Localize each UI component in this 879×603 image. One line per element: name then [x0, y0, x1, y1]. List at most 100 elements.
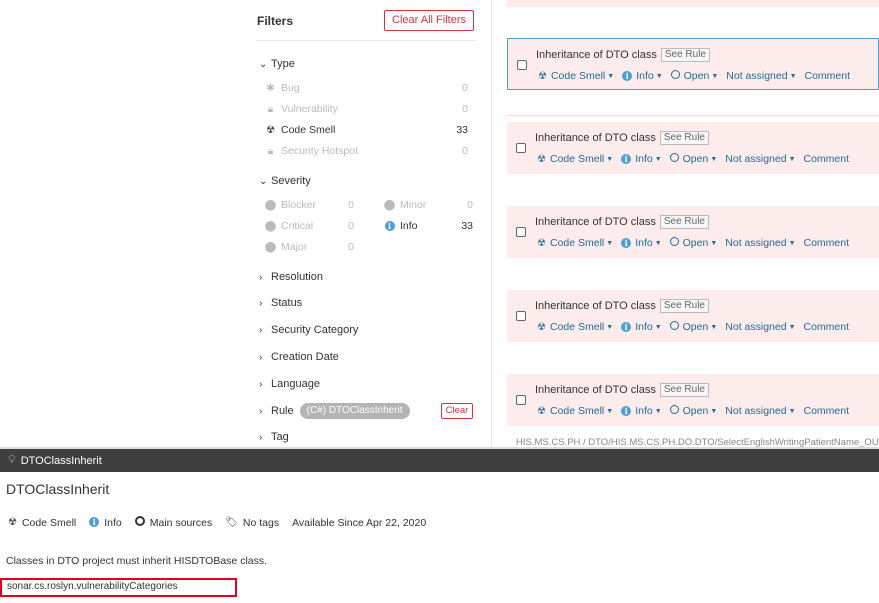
issue-status-label: Open	[682, 321, 709, 333]
issue-severity-dropdown[interactable]: i Info ▼	[621, 321, 662, 333]
issue-card[interactable]: Inheritance of DTO class See Rule ☢ Code …	[507, 206, 879, 258]
see-rule-button[interactable]: See Rule	[659, 131, 709, 145]
chevron-down-icon: ⌄	[259, 175, 268, 187]
column-divider	[491, 0, 492, 447]
facet-severity-info[interactable]: i Info 33	[383, 218, 473, 234]
issue-comment-link[interactable]: Comment	[804, 405, 850, 417]
issue-type-dropdown[interactable]: ☢ Code Smell ▼	[537, 153, 613, 165]
issue-title[interactable]: Inheritance of DTO class	[535, 300, 656, 312]
facet-type-security-hotspot[interactable]: 🔒︎ Security Hotspot 0	[264, 143, 468, 159]
radiation-icon: ☢	[537, 153, 546, 165]
issue-type-dropdown[interactable]: ☢ Code Smell ▼	[537, 405, 613, 417]
caret-down-icon: ▼	[710, 239, 718, 247]
facet-item-label: Vulnerability	[281, 103, 338, 115]
facet-status[interactable]: › Status	[259, 297, 302, 309]
issue-type-dropdown[interactable]: ☢ Code Smell ▼	[537, 321, 613, 333]
facet-type-code-smell[interactable]: ☢ Code Smell 33	[264, 122, 468, 138]
issue-comment-link[interactable]: Comment	[804, 321, 850, 333]
issue-card[interactable]: Inheritance of DTO class See Rule ☢ Code …	[507, 38, 879, 90]
issue-status-dropdown[interactable]: Open ▼	[669, 153, 718, 165]
issue-status-dropdown[interactable]: Open ▼	[670, 70, 718, 82]
issue-meta: ☢ Code Smell ▼ i Info ▼ Open ▼ Not assigned ▼ …	[537, 153, 857, 165]
issue-title[interactable]: Inheritance of DTO class	[535, 216, 656, 228]
facet-severity-header[interactable]: ⌄ Severity	[259, 175, 311, 187]
issue-type-dropdown[interactable]: ☢ Code Smell ▼	[537, 237, 613, 249]
caret-down-icon: ▼	[710, 155, 718, 163]
issue-comment-link[interactable]: Comment	[804, 237, 850, 249]
rule-severity: i Info	[89, 517, 122, 529]
facet-language[interactable]: › Language	[259, 378, 320, 390]
facet-severity-critical[interactable]: ⬤ Critical 0	[264, 218, 354, 234]
issue-title[interactable]: Inheritance of DTO class	[535, 132, 656, 144]
caret-down-icon: ▼	[654, 239, 662, 247]
issue-type-label: Code Smell	[549, 321, 605, 333]
issue-checkbox[interactable]	[516, 227, 526, 237]
facet-type-header[interactable]: ⌄ Type	[259, 58, 295, 70]
issue-type-dropdown[interactable]: ☢ Code Smell ▼	[538, 70, 614, 82]
see-rule-button[interactable]: See Rule	[659, 215, 709, 229]
issue-title-row: Inheritance of DTO class See Rule	[535, 131, 709, 145]
issue-card[interactable]: Inheritance of DTO class See Rule ☢ Code …	[507, 290, 879, 342]
caret-down-icon: ▼	[606, 155, 614, 163]
open-status-icon	[669, 405, 679, 417]
issue-comment-link[interactable]: Comment	[804, 153, 850, 165]
issue-title[interactable]: Inheritance of DTO class	[535, 384, 656, 396]
rule-tags[interactable]: 🏷︎ No tags	[225, 517, 279, 529]
info-icon: i	[622, 70, 633, 82]
issue-checkbox[interactable]	[517, 60, 527, 70]
issue-status-dropdown[interactable]: Open ▼	[669, 237, 718, 249]
issue-checkbox[interactable]	[516, 395, 526, 405]
facet-rule[interactable]: › Rule (C#) DTOClassInherit	[259, 403, 410, 419]
issue-assignee-dropdown[interactable]: Not assigned ▼	[725, 321, 795, 333]
filters-sidebar: Filters Clear All Filters ⌄ Type ✱ Bug 0…	[257, 0, 476, 447]
blocker-icon: ⬤	[264, 199, 277, 211]
issue-card[interactable]: Inheritance of DTO class See Rule ☢ Code …	[507, 374, 879, 426]
see-rule-button[interactable]: See Rule	[659, 299, 709, 313]
facet-severity-blocker[interactable]: ⬤ Blocker 0	[264, 197, 354, 213]
info-icon: i	[383, 220, 396, 232]
see-rule-button[interactable]: See Rule	[659, 383, 709, 397]
issue-status-dropdown[interactable]: Open ▼	[669, 405, 717, 417]
rule-panel-header: 💡︎ DTOClassInherit	[0, 449, 879, 472]
issue-assignee-dropdown[interactable]: Not assigned ▼	[725, 405, 795, 417]
radiation-icon: ☢	[537, 237, 546, 249]
facet-type-bug[interactable]: ✱ Bug 0	[264, 80, 468, 96]
facet-label: Resolution	[271, 271, 323, 283]
rule-clear-button[interactable]: Clear	[441, 403, 473, 419]
issue-assignee-dropdown[interactable]: Not assigned ▼	[725, 237, 795, 249]
issue-checkbox[interactable]	[516, 143, 526, 153]
clear-all-filters-button[interactable]: Clear All Filters	[384, 10, 474, 31]
issue-assignee-dropdown[interactable]: Not assigned ▼	[726, 70, 796, 82]
radiation-icon: ☢	[266, 124, 275, 136]
issue-title[interactable]: Inheritance of DTO class	[536, 49, 657, 61]
critical-icon: ⬤	[264, 220, 277, 232]
facet-creation-date[interactable]: › Creation Date	[259, 351, 339, 363]
issue-comment-link[interactable]: Comment	[805, 70, 851, 82]
issue-severity-dropdown[interactable]: i Info ▼	[621, 405, 662, 417]
issue-card[interactable]: Inheritance of DTO class See Rule ☢ Code …	[507, 122, 879, 174]
see-rule-button[interactable]: See Rule	[660, 48, 710, 62]
facet-label: Language	[271, 378, 320, 390]
issue-severity-dropdown[interactable]: i Info ▼	[621, 153, 662, 165]
issue-severity-dropdown[interactable]: i Info ▼	[622, 70, 663, 82]
issue-title-row: Inheritance of DTO class See Rule	[535, 299, 709, 313]
facet-item-label: Major	[281, 241, 308, 253]
facet-label: Security Category	[271, 324, 359, 336]
facet-security-category[interactable]: › Security Category	[259, 324, 358, 336]
facet-resolution[interactable]: › Resolution	[259, 271, 323, 283]
bug-icon: ✱	[266, 82, 275, 94]
lock-icon: 🔒︎	[267, 145, 274, 157]
issue-assignee-dropdown[interactable]: Not assigned ▼	[725, 153, 795, 165]
issue-status-dropdown[interactable]: Open ▼	[669, 321, 717, 333]
facet-tag[interactable]: › Tag	[259, 431, 289, 443]
issue-title-row: Inheritance of DTO class See Rule	[535, 383, 709, 397]
issue-title-row: Inheritance of DTO class See Rule	[535, 215, 709, 229]
issue-checkbox[interactable]	[516, 311, 526, 321]
rule-filter-pill[interactable]: (C#) DTOClassInherit	[299, 403, 410, 419]
issue-type-label: Code Smell	[549, 153, 605, 165]
facet-type-vulnerability[interactable]: 🔒︎ Vulnerability 0	[264, 101, 468, 117]
issue-severity-dropdown[interactable]: i Info ▼	[621, 237, 662, 249]
tag-icon: 🏷︎	[225, 517, 238, 528]
facet-severity-major[interactable]: ⬤ Major 0	[264, 239, 354, 255]
facet-severity-minor[interactable]: ⬤ Minor 0	[383, 197, 473, 213]
